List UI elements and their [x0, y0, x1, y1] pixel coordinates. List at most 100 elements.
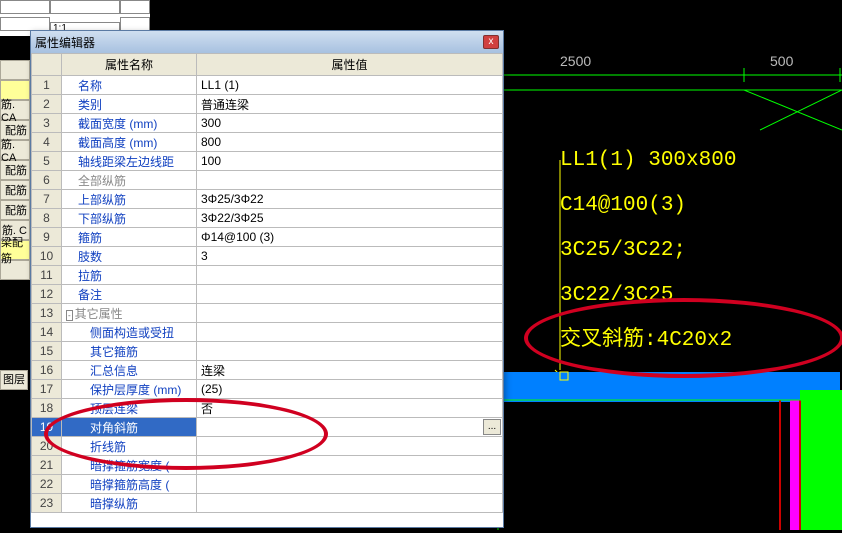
property-name: 暗撑箍筋宽度 ( [90, 459, 169, 473]
grid-row[interactable]: 19对角斜筋... [32, 418, 503, 437]
row-number: 17 [32, 380, 62, 399]
property-name-cell[interactable]: 折线筋 [62, 437, 197, 456]
property-value-cell[interactable]: 连梁 [197, 361, 503, 380]
grid-row[interactable]: 10 肢数 3 [32, 247, 503, 266]
ellipsis-button[interactable]: ... [483, 419, 501, 435]
grid-row[interactable]: 14侧面构造或受扭 [32, 323, 503, 342]
grid-row[interactable]: 6 全部纵筋 [32, 171, 503, 190]
property-name: 顶层连梁 [90, 402, 138, 416]
expander-icon[interactable]: - [66, 310, 73, 321]
property-name-cell[interactable]: 暗撑纵筋 [62, 494, 197, 513]
property-value-cell[interactable] [197, 494, 503, 513]
grid-row[interactable]: 3截面宽度 (mm)300 [32, 114, 503, 133]
row-number: 1 [32, 76, 62, 95]
property-grid[interactable]: 属性名称 属性值 1名称LL1 (1)2类别普通连梁3截面宽度 (mm)3004… [31, 53, 503, 513]
property-name: 对角斜筋 [90, 421, 138, 435]
left-button[interactable]: 筋. CA [0, 100, 30, 120]
grid-row[interactable]: 15其它箍筋 [32, 342, 503, 361]
property-name-cell[interactable]: 备注 [62, 285, 197, 304]
property-value-cell[interactable] [197, 323, 503, 342]
property-value-cell[interactable] [197, 342, 503, 361]
grid-row[interactable]: 17保护层厚度 (mm)(25) [32, 380, 503, 399]
property-name-cell[interactable]: 下部纵筋 [62, 209, 197, 228]
property-value-cell[interactable]: 300 [197, 114, 503, 133]
grid-row[interactable]: 18顶层连梁否 [32, 399, 503, 418]
grid-row[interactable]: 9箍筋Φ14@100 (3) [32, 228, 503, 247]
left-button[interactable]: 配筋 [0, 160, 30, 180]
property-value-cell[interactable] [197, 437, 503, 456]
grid-row[interactable]: 22暗撑箍筋高度 ( [32, 475, 503, 494]
row-number: 5 [32, 152, 62, 171]
property-name-cell[interactable]: 轴线距梁左边线距 [62, 152, 197, 171]
grid-row[interactable]: 23暗撑纵筋 [32, 494, 503, 513]
property-name-cell[interactable]: 截面高度 (mm) [62, 133, 197, 152]
property-value-cell[interactable] [197, 475, 503, 494]
property-value-cell[interactable]: ... [197, 418, 503, 437]
property-value-cell[interactable]: 3Φ25/3Φ22 [197, 190, 503, 209]
property-name-cell[interactable]: 保护层厚度 (mm) [62, 380, 197, 399]
property-value-cell[interactable]: LL1 (1) [197, 76, 503, 95]
property-name-cell[interactable]: 顶层连梁 [62, 399, 197, 418]
left-button[interactable] [0, 60, 30, 80]
property-value-cell[interactable] [197, 304, 503, 323]
property-name-cell[interactable]: 类别 [62, 95, 197, 114]
property-value-cell[interactable]: 否 [197, 399, 503, 418]
row-number: 6 [32, 171, 62, 190]
grid-row[interactable]: 4截面高度 (mm)800 [32, 133, 503, 152]
property-name: 暗撑纵筋 [90, 497, 138, 511]
property-value-cell[interactable]: 3 [197, 247, 503, 266]
property-value-cell[interactable] [197, 285, 503, 304]
property-name-cell[interactable]: 截面宽度 (mm) [62, 114, 197, 133]
dim-500: 500 [770, 53, 794, 69]
property-name-cell[interactable]: 暗撑箍筋高度 ( [62, 475, 197, 494]
left-button[interactable]: 配筋 [0, 200, 30, 220]
property-name-cell[interactable]: 全部纵筋 [62, 171, 197, 190]
left-button[interactable]: 梁配筋 [0, 240, 30, 260]
left-button[interactable]: 配筋 [0, 180, 30, 200]
grid-row[interactable]: 16汇总信息连梁 [32, 361, 503, 380]
property-name: 其它属性 [75, 307, 123, 321]
property-name: 轴线距梁左边线距 [78, 155, 174, 169]
window-title: 属性编辑器 [35, 34, 483, 51]
grid-row[interactable]: 12备注 [32, 285, 503, 304]
property-name-cell[interactable]: 拉筋 [62, 266, 197, 285]
left-button[interactable]: 筋. CA [0, 140, 30, 160]
row-number: 22 [32, 475, 62, 494]
property-name-cell[interactable]: 肢数 [62, 247, 197, 266]
property-value-cell[interactable] [197, 456, 503, 475]
property-value-cell[interactable] [197, 171, 503, 190]
grid-row[interactable]: 20折线筋 [32, 437, 503, 456]
grid-row[interactable]: 21暗撑箍筋宽度 ( [32, 456, 503, 475]
property-name-cell[interactable]: 侧面构造或受扭 [62, 323, 197, 342]
grid-row[interactable]: 11拉筋 [32, 266, 503, 285]
property-value-cell[interactable] [197, 266, 503, 285]
property-name-cell[interactable]: -其它属性 [62, 304, 197, 323]
row-number: 12 [32, 285, 62, 304]
close-icon[interactable]: x [483, 35, 499, 49]
property-editor-window[interactable]: 属性编辑器 x 属性名称 属性值 1名称LL1 (1)2类别普通连梁3截面宽度 … [30, 30, 504, 528]
grid-row[interactable]: 7上部纵筋3Φ25/3Φ22 [32, 190, 503, 209]
property-value-cell[interactable]: 100 [197, 152, 503, 171]
property-name: 肢数 [78, 250, 102, 264]
grid-row[interactable]: 2类别普通连梁 [32, 95, 503, 114]
property-name: 全部纵筋 [78, 174, 126, 188]
property-value-cell[interactable]: 800 [197, 133, 503, 152]
property-value-cell[interactable]: (25) [197, 380, 503, 399]
property-name-cell[interactable]: 汇总信息 [62, 361, 197, 380]
property-name-cell[interactable]: 箍筋 [62, 228, 197, 247]
property-name-cell[interactable]: 暗撑箍筋宽度 ( [62, 456, 197, 475]
property-name-cell[interactable]: 上部纵筋 [62, 190, 197, 209]
property-name-cell[interactable]: 对角斜筋 [62, 418, 197, 437]
grid-row[interactable]: 8下部纵筋3Φ22/3Φ25 [32, 209, 503, 228]
property-value-cell[interactable]: 普通连梁 [197, 95, 503, 114]
property-value-cell[interactable]: 3Φ22/3Φ25 [197, 209, 503, 228]
property-name-cell[interactable]: 名称 [62, 76, 197, 95]
property-value-cell[interactable]: Φ14@100 (3) [197, 228, 503, 247]
grid-row[interactable]: 5 轴线距梁左边线距 100 [32, 152, 503, 171]
grid-row[interactable]: 13-其它属性 [32, 304, 503, 323]
grid-row[interactable]: 1名称LL1 (1) [32, 76, 503, 95]
titlebar[interactable]: 属性编辑器 x [31, 31, 503, 53]
property-name-cell[interactable]: 其它箍筋 [62, 342, 197, 361]
row-number: 7 [32, 190, 62, 209]
row-number: 10 [32, 247, 62, 266]
